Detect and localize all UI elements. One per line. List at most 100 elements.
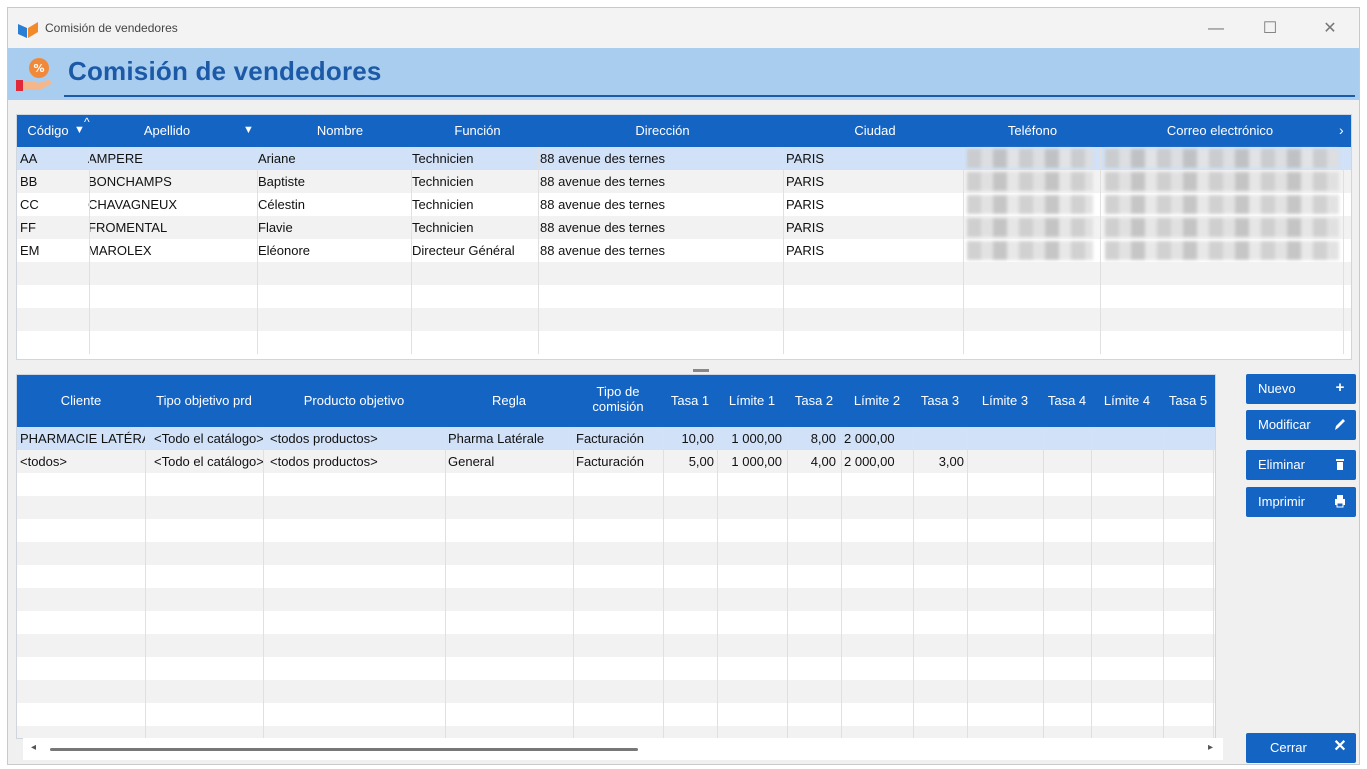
cerrar-button[interactable]: Cerrar ✕ <box>1246 733 1356 763</box>
cell-direccion: 88 avenue des ternes <box>540 151 666 166</box>
cell-funcion: Technicien <box>412 197 474 212</box>
scroll-left-icon[interactable]: ◂ <box>31 742 36 753</box>
table-row[interactable] <box>17 542 1215 565</box>
col-header-ciudad[interactable]: Ciudad <box>785 123 965 138</box>
col-header-limite3[interactable]: Límite 3 <box>967 393 1043 408</box>
col-header-apellido[interactable]: Apellido <box>97 123 237 138</box>
col-header-tasa3[interactable]: Tasa 3 <box>913 393 967 408</box>
col-header-limite4[interactable]: Límite 4 <box>1091 393 1163 408</box>
col-header-tasa2[interactable]: Tasa 2 <box>787 393 841 408</box>
commission-rules-grid[interactable]: Cliente Tipo objetivo prd Producto objet… <box>16 374 1216 739</box>
vendors-grid[interactable]: Código ▼ ^ Apellido ▼ Nombre Función Dir… <box>16 114 1352 360</box>
minimize-button[interactable]: — <box>1194 16 1238 42</box>
table-row[interactable] <box>17 703 1215 726</box>
table-row[interactable]: PHARMACIE LATÉRALE <Todo el catálogo> <tod… <box>17 427 1215 450</box>
column-divider <box>573 427 574 738</box>
cell-tasa2: 8,00 <box>810 431 836 446</box>
col-header-nombre[interactable]: Nombre <box>265 123 415 138</box>
col-header-direccion[interactable]: Dirección <box>540 123 785 138</box>
col-header-limite1[interactable]: Límite 1 <box>717 393 787 408</box>
sort-ascending-icon[interactable]: ^ <box>84 115 90 129</box>
table-row[interactable] <box>17 308 1351 331</box>
eliminar-button[interactable]: Eliminar <box>1246 450 1356 480</box>
col-header-tasa4[interactable]: Tasa 4 <box>1043 393 1091 408</box>
imprimir-button[interactable]: Imprimir <box>1246 487 1356 517</box>
table-row[interactable] <box>17 634 1215 657</box>
table-row[interactable] <box>17 611 1215 634</box>
col-header-tipo-objetivo[interactable]: Tipo objetivo prd <box>145 393 263 408</box>
col-header-tipo-comision[interactable]: Tipo de comisión <box>573 384 663 414</box>
table-row[interactable] <box>17 331 1351 354</box>
redacted-phone <box>967 218 1093 237</box>
column-divider <box>913 427 914 738</box>
table-row[interactable] <box>17 262 1351 285</box>
redacted-phone <box>967 149 1093 168</box>
col-header-tasa5[interactable]: Tasa 5 <box>1163 393 1213 408</box>
column-divider <box>1043 427 1044 738</box>
column-divider <box>445 427 446 738</box>
column-divider <box>89 147 90 354</box>
col-header-limite2[interactable]: Límite 2 <box>841 393 913 408</box>
cell-tipo-comision: Facturación <box>576 454 644 469</box>
column-divider <box>663 427 664 738</box>
printer-icon <box>1335 495 1345 508</box>
table-row[interactable]: CC CHAVAGNEUX Célestin Technicien 88 avenue … <box>17 193 1351 216</box>
col-header-cliente[interactable]: Cliente <box>17 393 145 408</box>
cell-nombre: Flavie <box>258 220 293 235</box>
nuevo-button[interactable]: Nuevo + <box>1246 374 1356 404</box>
cell-nombre: Eléonore <box>258 243 311 258</box>
close-window-button[interactable]: ✕ <box>1308 16 1352 42</box>
scroll-right-icon[interactable]: › <box>1339 122 1344 138</box>
table-row[interactable] <box>17 657 1215 680</box>
cell-limite2: 2 000,00 <box>844 454 895 469</box>
table-row[interactable]: EM MAROLEX Eléonore Directeur Général 88 ave… <box>17 239 1351 262</box>
column-divider <box>841 427 842 738</box>
column-divider <box>1213 427 1214 738</box>
col-header-funcion[interactable]: Función <box>415 123 540 138</box>
table-row[interactable] <box>17 588 1215 611</box>
cell-tipo: <Todo el catálogo> <box>154 431 263 446</box>
table-row[interactable] <box>17 519 1215 542</box>
table-row[interactable]: AA AMPERE Ariane Technicien 88 avenue des te… <box>17 147 1351 170</box>
col-header-correo[interactable]: Correo electrónico <box>1100 123 1340 138</box>
column-divider <box>1100 147 1101 354</box>
table-row[interactable]: <todos> <Todo el catálogo> <todos producto… <box>17 450 1215 473</box>
title-bar: Comisión de vendedores — ☐ ✕ <box>8 8 1359 48</box>
table-row[interactable]: FF FROMENTAL Flavie Technicien 88 avenue des… <box>17 216 1351 239</box>
plus-icon: + <box>1335 379 1345 396</box>
col-header-tasa1[interactable]: Tasa 1 <box>663 393 717 408</box>
table-row[interactable] <box>17 473 1215 496</box>
scroll-right-icon[interactable]: ▸ <box>1208 742 1213 753</box>
redacted-phone <box>967 241 1093 260</box>
cerrar-button-label: Cerrar <box>1270 740 1307 755</box>
cell-cliente: <todos> <box>20 454 67 469</box>
maximize-button[interactable]: ☐ <box>1248 16 1292 42</box>
page-header: % Comisión de vendedores <box>8 48 1359 100</box>
trash-icon <box>1336 459 1344 470</box>
table-row[interactable] <box>17 565 1215 588</box>
table-row[interactable]: BB BONCHAMPS Baptiste Technicien 88 avenue d… <box>17 170 1351 193</box>
cell-nombre: Célestin <box>258 197 305 212</box>
col-header-telefono[interactable]: Teléfono <box>965 123 1100 138</box>
cell-apellido: BONCHAMPS <box>88 174 172 189</box>
column-divider <box>787 427 788 738</box>
scrollbar-thumb[interactable] <box>50 748 638 751</box>
column-divider <box>717 427 718 738</box>
close-x-icon: ✕ <box>1333 738 1347 755</box>
cell-direccion: 88 avenue des ternes <box>540 220 666 235</box>
cell-tasa1: 10,00 <box>681 431 714 446</box>
col-header-codigo[interactable]: Código <box>17 123 79 138</box>
col-header-regla[interactable]: Regla <box>445 393 573 408</box>
horizontal-scrollbar[interactable]: ◂ ▸ <box>23 738 1223 760</box>
table-row[interactable] <box>17 680 1215 703</box>
cell-regla: Pharma Latérale <box>448 431 545 446</box>
splitter-handle[interactable] <box>693 369 709 372</box>
cell-codigo: EM <box>20 243 40 258</box>
table-row[interactable] <box>17 496 1215 519</box>
modificar-button[interactable]: Modificar <box>1246 410 1356 440</box>
col-header-producto-objetivo[interactable]: Producto objetivo <box>263 393 445 408</box>
table-row[interactable] <box>17 285 1351 308</box>
cell-apellido: CHAVAGNEUX <box>88 197 178 212</box>
cell-funcion: Technicien <box>412 151 474 166</box>
filter-icon[interactable]: ▼ <box>243 124 254 136</box>
